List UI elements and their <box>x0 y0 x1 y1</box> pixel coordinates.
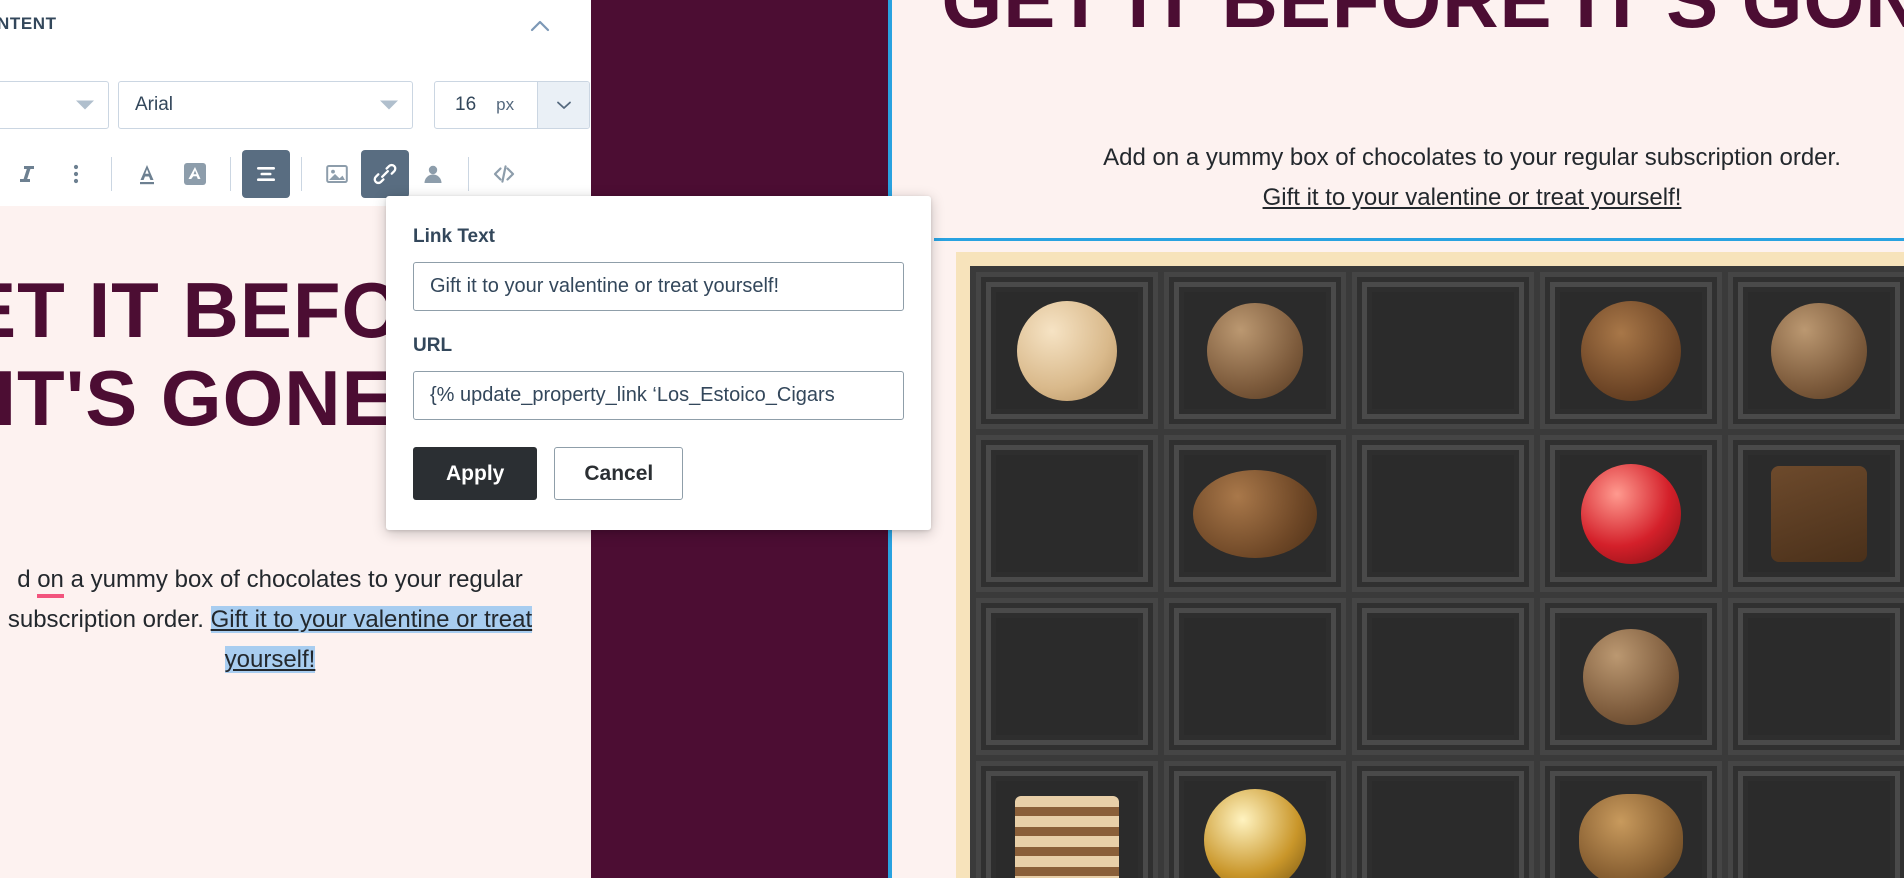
editor-header: NTENT <box>0 0 591 57</box>
personalize-button[interactable] <box>409 150 457 198</box>
preview-body-link[interactable]: Gift it to your valentine or treat yours… <box>1263 184 1682 211</box>
chocolate-cell <box>1540 598 1722 755</box>
editor-format-controls: rmal Arial 16 px <box>0 81 591 129</box>
chocolate-cell <box>1164 272 1346 429</box>
chocolate-cell <box>976 761 1158 878</box>
font-style-select[interactable]: rmal <box>0 81 109 129</box>
text-color-button[interactable] <box>123 150 171 198</box>
chocolate-cell <box>1164 761 1346 878</box>
person-icon <box>424 165 442 183</box>
toolbar-divider <box>468 157 469 191</box>
chocolate-cell <box>1728 272 1904 429</box>
email-preview-pane: GET IT BEFORE IT'S GONE! Add on a yummy … <box>892 0 1904 878</box>
link-text-label: Link Text <box>413 226 495 247</box>
editor-toolbar <box>0 150 591 198</box>
chocolate-cell <box>1728 761 1904 878</box>
chocolate-box-image <box>956 252 1904 878</box>
chocolate-cell <box>1540 761 1722 878</box>
chocolate-cell <box>1352 435 1534 592</box>
source-code-button[interactable] <box>480 150 528 198</box>
chocolate-cell <box>1352 761 1534 878</box>
preview-body: Add on a yummy box of chocolates to your… <box>892 138 1904 218</box>
apply-button[interactable]: Apply <box>413 447 538 500</box>
italic-icon <box>20 166 34 182</box>
url-input[interactable]: {% update_property_link ‘Los_Estoico_Cig… <box>413 371 904 420</box>
chocolate-cell <box>1352 272 1534 429</box>
font-color-icon <box>140 165 154 185</box>
font-family-value: Arial <box>135 94 174 115</box>
text-highlight-icon <box>184 163 206 185</box>
font-size-value: 16 <box>455 94 477 115</box>
more-options-button[interactable] <box>52 150 100 198</box>
selected-link-text[interactable]: Gift it to your valentine or treat yours… <box>210 606 533 673</box>
screen-root: GET IT BEFORE IT'S GONE! Add on a yummy … <box>0 0 1904 878</box>
highlight-button[interactable] <box>171 150 219 198</box>
chevron-down-icon <box>556 101 571 109</box>
chevron-down-icon <box>380 100 398 110</box>
cancel-button[interactable]: Cancel <box>554 447 684 500</box>
chocolate-cell <box>1164 435 1346 592</box>
link-text-input[interactable]: Gift it to your valentine or treat yours… <box>413 262 904 311</box>
font-style-value: rmal <box>0 94 1 116</box>
align-button[interactable] <box>242 150 290 198</box>
toolbar-divider <box>111 157 112 191</box>
chevron-down-icon <box>76 100 94 110</box>
preview-divider <box>934 238 1904 241</box>
font-size-stepper[interactable] <box>537 82 589 128</box>
align-left-icon <box>257 167 275 181</box>
url-label: URL <box>413 335 453 356</box>
link-icon <box>373 163 397 185</box>
link-text-field-group: Link Text Gift it to your valentine or t… <box>413 226 904 311</box>
spellcheck-word[interactable]: on <box>37 566 64 598</box>
insert-link-dialog: Link Text Gift it to your valentine or t… <box>386 196 931 530</box>
chocolate-cell <box>1352 598 1534 755</box>
chocolate-cell <box>976 598 1158 755</box>
toolbar-divider <box>301 157 302 191</box>
font-size-field[interactable]: 16 px <box>434 81 590 129</box>
page-title: NTENT <box>0 14 57 33</box>
insert-link-button[interactable] <box>361 150 409 198</box>
kebab-menu-icon <box>73 164 79 184</box>
font-family-select[interactable]: Arial <box>118 81 413 129</box>
body-prefix: d <box>17 566 38 593</box>
chevron-up-icon[interactable] <box>527 14 553 40</box>
toolbar-divider <box>230 157 231 191</box>
chocolate-cell <box>976 435 1158 592</box>
code-icon <box>493 165 515 183</box>
italic-button[interactable] <box>4 150 52 198</box>
preview-body-text: Add on a yummy box of chocolates to your… <box>1103 144 1841 171</box>
chocolate-cell <box>976 272 1158 429</box>
chocolate-cell <box>1540 272 1722 429</box>
insert-image-button[interactable] <box>313 150 361 198</box>
editor-content-body: d on a yummy box of chocolates to your r… <box>0 560 580 680</box>
chocolate-cell <box>1164 598 1346 755</box>
font-size-unit: px <box>496 95 515 114</box>
chocolate-cell <box>1540 435 1722 592</box>
chocolate-cell <box>1728 435 1904 592</box>
preview-heading: GET IT BEFORE IT'S GONE! <box>941 0 1904 44</box>
image-icon <box>326 165 348 183</box>
chocolate-cell <box>1728 598 1904 755</box>
url-field-group: URL {% update_property_link ‘Los_Estoico… <box>413 335 904 420</box>
dialog-actions: Apply Cancel <box>413 447 904 500</box>
